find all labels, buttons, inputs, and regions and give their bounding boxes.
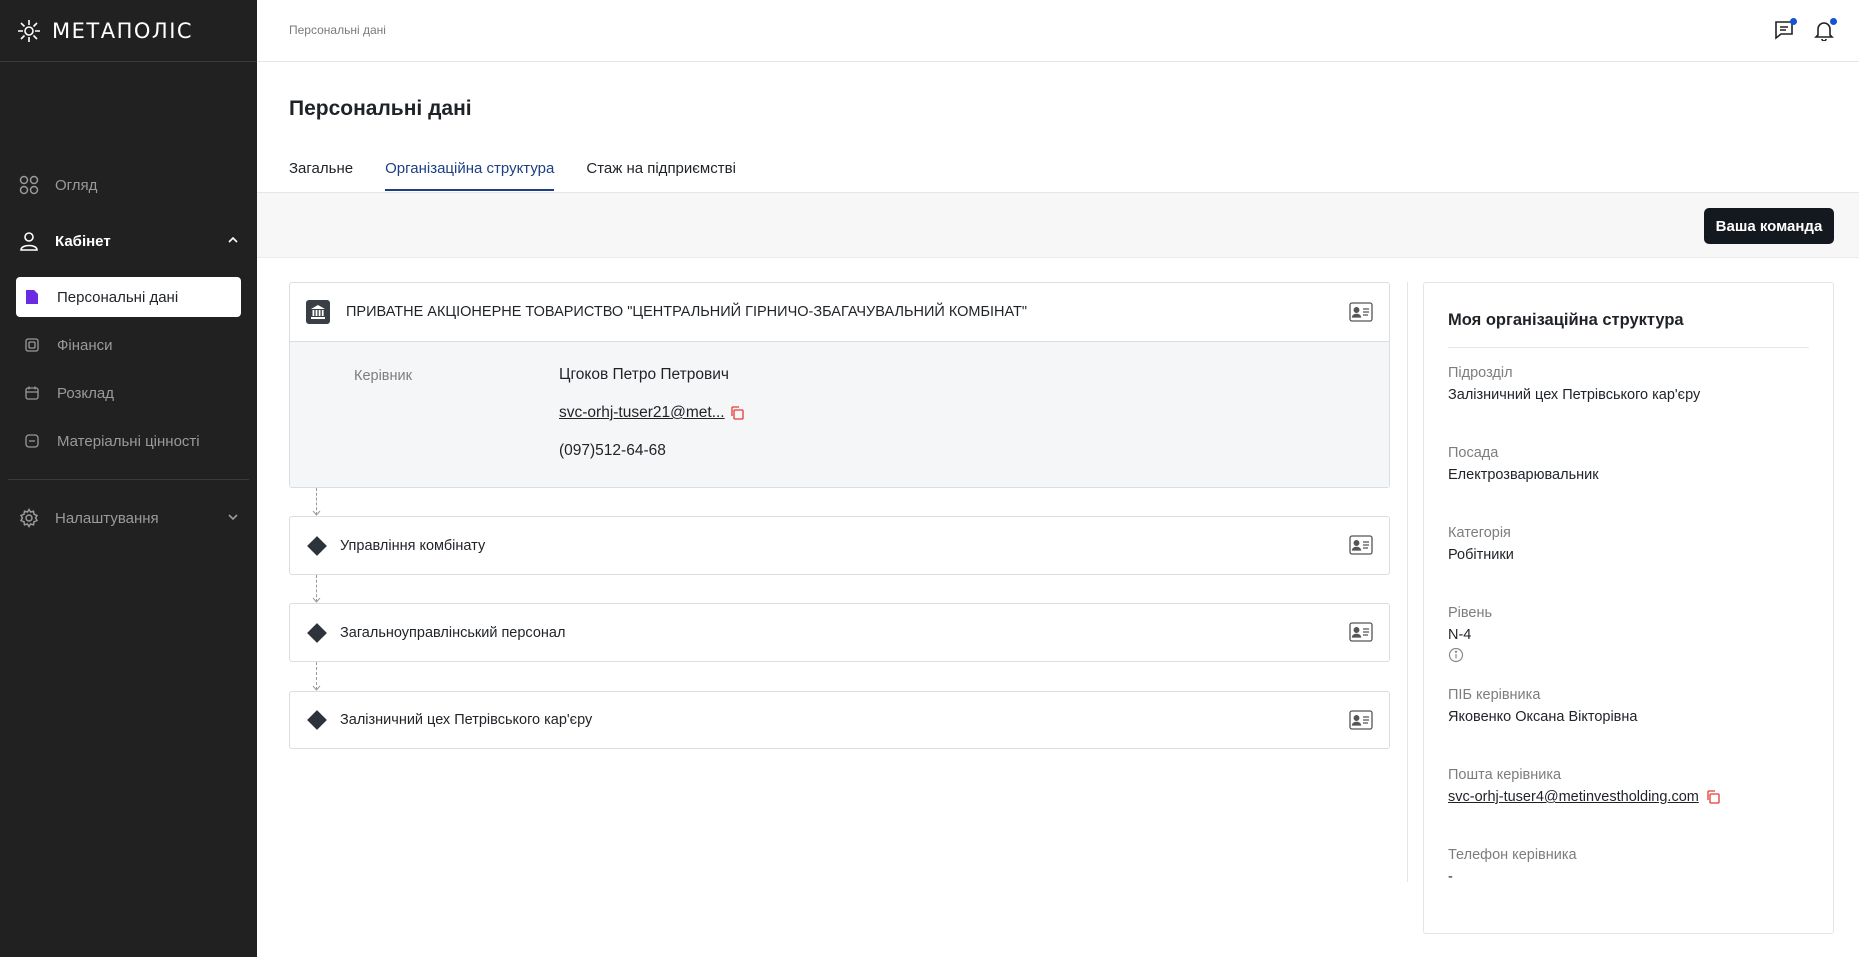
your-team-button[interactable]: Ваша команда	[1704, 208, 1834, 244]
page-title: Персональні дані	[289, 97, 472, 120]
document-icon	[24, 289, 40, 305]
field-label: Телефон керівника	[1448, 847, 1577, 863]
bank-icon	[306, 300, 330, 324]
field-label: Пошта керівника	[1448, 767, 1562, 783]
tab-org-structure[interactable]: Організаційна структура	[385, 160, 555, 191]
head-phone: (097)512-64-68	[559, 442, 666, 459]
field-level: Рівень N-4	[1448, 605, 1492, 668]
sidebar-subitem-finance[interactable]: Фінанси	[16, 325, 241, 365]
sidebar-nav: Огляд Кабінет Персональні дані Фінанси Р…	[0, 165, 257, 554]
tab-general[interactable]: Загальне	[289, 160, 353, 191]
field-category: Категорія Робітники	[1448, 525, 1514, 563]
diamond-icon	[307, 622, 327, 643]
sidebar-subitem-label: Розклад	[57, 384, 114, 402]
my-structure-panel: Моя організаційна структура Підрозділ За…	[1423, 282, 1834, 934]
sidebar-item-label: Налаштування	[55, 509, 159, 527]
panel-divider	[1407, 282, 1408, 882]
unit-card: Загальноуправлінський персонал	[289, 603, 1390, 662]
notification-dot	[1790, 18, 1797, 25]
sidebar-subitem-personal-data[interactable]: Персональні дані	[16, 277, 241, 317]
field-manager-name: ПІБ керівника Яковенко Оксана Вікторівна	[1448, 687, 1637, 725]
sidebar-item-label: Огляд	[55, 176, 98, 194]
sidebar-subitem-schedule[interactable]: Розклад	[16, 373, 241, 413]
calendar-icon	[24, 385, 40, 401]
field-label: ПІБ керівника	[1448, 687, 1541, 703]
head-email-link[interactable]: svc-orhj-tuser21@met...	[559, 404, 725, 422]
field-value: N-4	[1448, 627, 1472, 643]
top-bar: Персональні дані	[257, 0, 1859, 62]
user-icon	[18, 230, 40, 252]
field-label: Рівень	[1448, 605, 1493, 621]
breadcrumb[interactable]: Персональні дані	[289, 23, 386, 37]
panel-title: Моя організаційна структура	[1448, 311, 1684, 329]
unit-header[interactable]: Загальноуправлінський персонал	[290, 604, 1389, 661]
field-manager-phone: Телефон керівника -	[1448, 847, 1577, 885]
id-card-icon[interactable]	[1349, 710, 1373, 730]
field-value: -	[1448, 869, 1453, 885]
unit-title: Управління комбінату	[340, 537, 486, 554]
company-head-details: Керівник Цгоков Петро Петрович svc-orhj-…	[290, 341, 1389, 487]
field-value: Електрозварювальник	[1448, 467, 1599, 483]
head-email-row: svc-orhj-tuser21@met...	[559, 404, 745, 422]
company-header[interactable]: ПРИВАТНЕ АКЦІОНЕРНЕ ТОВАРИСТВО "ЦЕНТРАЛЬ…	[290, 283, 1389, 341]
sidebar-divider	[8, 479, 249, 480]
tab-seniority[interactable]: Стаж на підприємстві	[586, 160, 736, 191]
manager-email-link[interactable]: svc-orhj-tuser4@metinvestholding.com	[1448, 789, 1699, 805]
copy-icon[interactable]	[729, 405, 745, 421]
wallet-icon	[24, 337, 40, 353]
diamond-icon	[307, 535, 327, 556]
chevron-down-icon	[227, 510, 239, 527]
logo[interactable]: МЕТАПОЛІС	[0, 0, 257, 62]
unit-header[interactable]: Залізничний цех Петрівського кар'єру	[290, 692, 1389, 748]
sidebar-subitem-label: Матеріальні цінності	[57, 432, 200, 450]
sidebar-item-overview[interactable]: Огляд	[0, 165, 257, 205]
field-department: Підрозділ Залізничний цех Петрівського к…	[1448, 365, 1700, 403]
notification-dot	[1830, 18, 1837, 25]
box-icon	[24, 433, 40, 449]
logo-text: МЕТАПОЛІС	[52, 18, 194, 43]
field-label: Підрозділ	[1448, 365, 1513, 381]
grid-icon	[18, 174, 40, 196]
bell-icon[interactable]	[1813, 18, 1837, 43]
sidebar: МЕТАПОЛІС Огляд Кабінет Персональні дані…	[0, 0, 257, 957]
unit-card: Управління комбінату	[289, 516, 1390, 575]
head-name: Цгоков Петро Петрович	[559, 366, 729, 383]
id-card-icon[interactable]	[1349, 302, 1373, 322]
unit-card: Залізничний цех Петрівського кар'єру	[289, 691, 1390, 749]
head-label: Керівник	[354, 368, 412, 384]
sidebar-subitem-label: Фінанси	[57, 336, 113, 354]
action-bar: Ваша команда	[257, 193, 1859, 258]
info-icon[interactable]	[1448, 647, 1492, 668]
gear-icon	[18, 507, 40, 529]
unit-title: Залізничний цех Петрівського кар'єру	[340, 712, 593, 728]
messages-icon[interactable]	[1773, 18, 1797, 43]
diamond-icon	[307, 710, 327, 730]
logo-icon	[18, 19, 40, 42]
panel-divider-line	[1448, 347, 1809, 348]
unit-title: Загальноуправлінський персонал	[340, 624, 566, 641]
sidebar-item-cabinet[interactable]: Кабінет	[0, 221, 257, 261]
field-label: Категорія	[1448, 525, 1511, 541]
chevron-up-icon	[227, 233, 239, 250]
copy-icon[interactable]	[1705, 789, 1721, 805]
field-value: Залізничний цех Петрівського кар'єру	[1448, 387, 1701, 403]
unit-header[interactable]: Управління комбінату	[290, 517, 1389, 574]
sidebar-item-label: Кабінет	[55, 232, 111, 250]
id-card-icon[interactable]	[1349, 535, 1373, 555]
company-name: ПРИВАТНЕ АКЦІОНЕРНЕ ТОВАРИСТВО "ЦЕНТРАЛЬ…	[346, 304, 1028, 320]
sidebar-subitem-assets[interactable]: Матеріальні цінності	[16, 421, 241, 461]
company-card: ПРИВАТНЕ АКЦІОНЕРНЕ ТОВАРИСТВО "ЦЕНТРАЛЬ…	[289, 282, 1390, 488]
field-manager-email: Пошта керівника svc-orhj-tuser4@metinves…	[1448, 767, 1721, 805]
sidebar-item-settings[interactable]: Налаштування	[0, 498, 257, 538]
sidebar-subitem-label: Персональні дані	[57, 288, 179, 306]
field-value: Яковенко Оксана Вікторівна	[1448, 709, 1638, 725]
field-label: Посада	[1448, 445, 1499, 461]
field-position: Посада Електрозварювальник	[1448, 445, 1599, 483]
field-value: Робітники	[1448, 547, 1514, 563]
id-card-icon[interactable]	[1349, 622, 1373, 642]
field-value-row: svc-orhj-tuser4@metinvestholding.com	[1448, 789, 1721, 805]
tabs: Загальне Організаційна структура Стаж на…	[289, 160, 768, 191]
